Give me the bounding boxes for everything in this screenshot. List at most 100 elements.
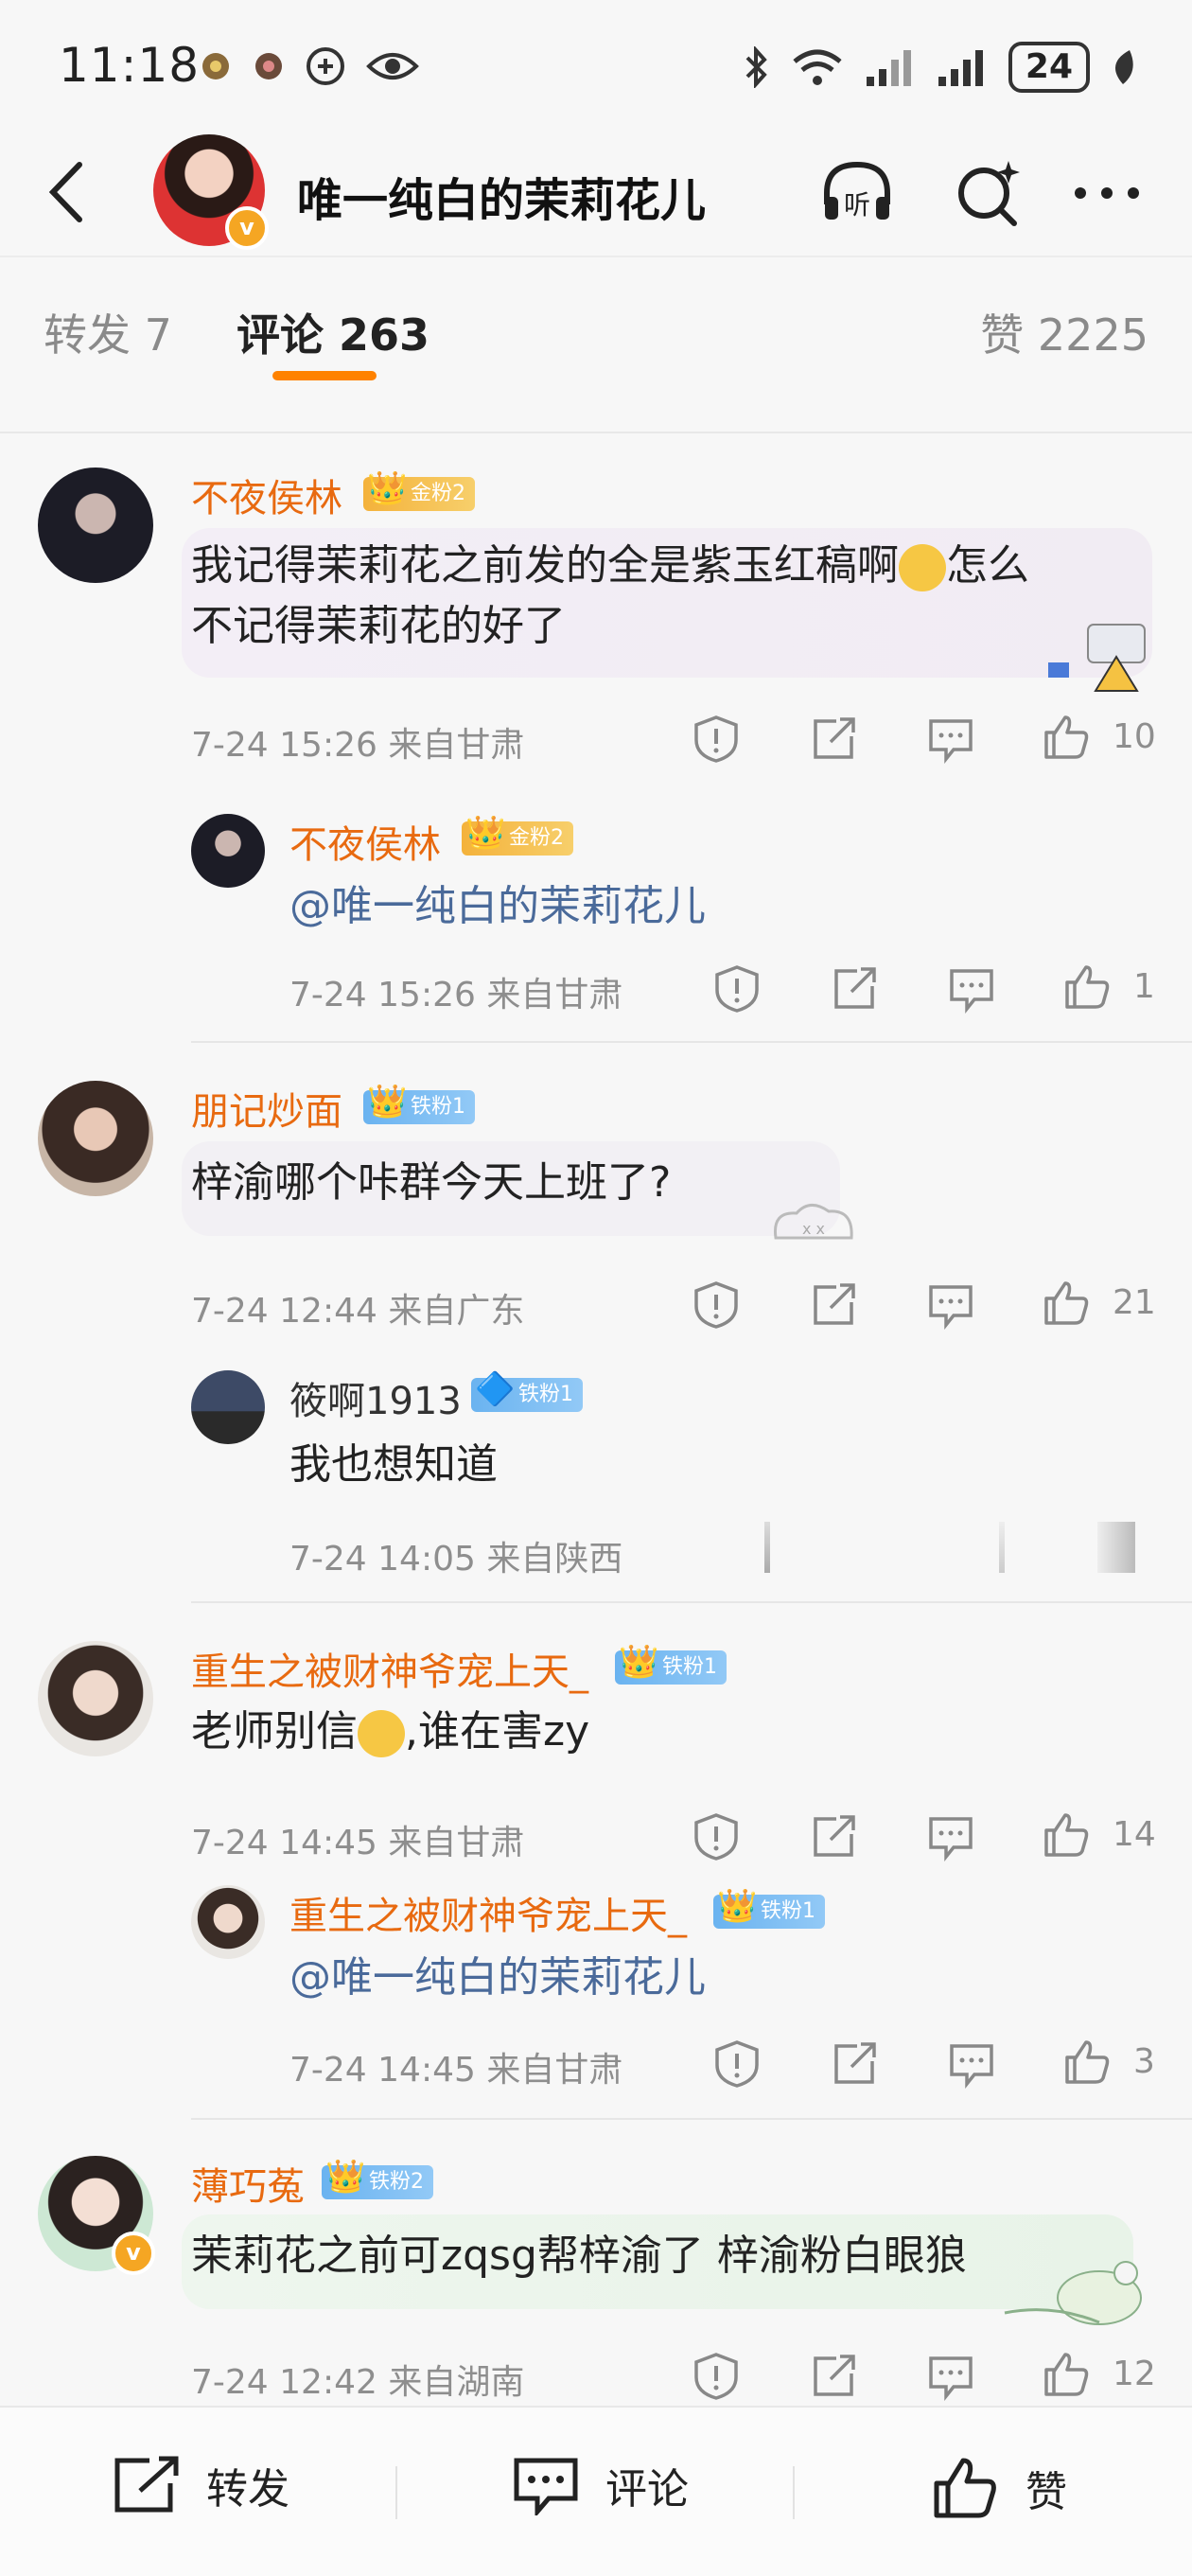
loading-placeholder <box>999 1522 1005 1573</box>
avatar[interactable] <box>38 1081 153 1196</box>
verified-icon: v <box>225 206 269 250</box>
fan-badge: 👑 金粉2 <box>462 816 573 856</box>
share-icon[interactable] <box>808 714 859 765</box>
comment-icon <box>514 2458 578 2515</box>
reply-icon[interactable] <box>925 1811 976 1862</box>
like-count: 10 <box>1113 717 1156 756</box>
comment-label: 评论 <box>605 2465 689 2514</box>
fan-badge: 👑 金粉2 <box>363 471 475 511</box>
share-icon[interactable] <box>808 1279 859 1331</box>
back-icon[interactable] <box>42 159 98 225</box>
share-icon[interactable] <box>808 1811 859 1862</box>
separator <box>793 2466 795 2519</box>
comment-meta: 7-24 12:42 来自湖南 <box>191 2363 525 2402</box>
like-label: 赞 <box>1025 2468 1067 2516</box>
listen-icon[interactable]: 听 <box>819 155 895 231</box>
reply-icon[interactable] <box>946 2038 997 2090</box>
loading-placeholder <box>1097 1522 1135 1573</box>
comment-meta: 7-24 14:05 来自陕西 <box>289 1540 623 1579</box>
signal-icon <box>866 50 911 86</box>
fan-badge-label: 铁粉1 <box>518 1383 573 1406</box>
fan-badge: 🔷 铁粉1 <box>471 1372 583 1412</box>
wifi-icon <box>793 49 842 85</box>
status-time: 11:18 <box>59 38 201 93</box>
username[interactable]: 不夜侯林 <box>289 814 441 869</box>
username[interactable]: 不夜侯林 <box>191 468 342 522</box>
username[interactable]: 筱啊1913 <box>289 1370 462 1425</box>
bunny-sticker-icon <box>1004 2261 1142 2325</box>
fan-badge: 👑 铁粉1 <box>713 1889 825 1929</box>
app-notification-icon <box>202 53 229 79</box>
fan-badge: 👑 铁粉1 <box>363 1085 475 1124</box>
like-icon[interactable] <box>1041 1809 1092 1861</box>
share-icon[interactable] <box>808 2351 859 2402</box>
report-icon[interactable] <box>691 1279 742 1331</box>
crown-icon: 👑 <box>367 469 408 507</box>
crown-icon: 👑 <box>367 1083 408 1120</box>
comment-meta: 7-24 15:26 来自甘肃 <box>191 726 525 765</box>
avatar[interactable] <box>191 1370 265 1444</box>
signal-icon <box>938 50 983 86</box>
clipped-previous-comment <box>0 388 1192 433</box>
crown-icon: 👑 <box>717 1887 758 1925</box>
share-icon[interactable] <box>829 2038 880 2090</box>
reply-icon[interactable] <box>925 714 976 765</box>
avatar[interactable] <box>38 468 153 583</box>
username[interactable]: 重生之被财神爷宠上天_ <box>289 1885 687 1940</box>
search-icon[interactable] <box>950 155 1025 231</box>
divider <box>191 2118 1192 2120</box>
like-count: 3 <box>1133 2042 1155 2081</box>
crown-icon: 👑 <box>619 1643 659 1681</box>
username[interactable]: 朋记炒面 <box>191 1081 342 1136</box>
tab-likes[interactable]: 赞 2225 <box>980 301 1148 363</box>
avatar[interactable] <box>191 814 265 888</box>
like-icon[interactable] <box>1041 2349 1092 2400</box>
sleeping-sticker-icon: x x <box>773 1204 853 1240</box>
comment-text: 我记得茉莉花之前发的全是紫玉红稿啊 怎么 不记得茉莉花的好了 <box>191 541 1029 650</box>
comment-text: 老师别信 ,谁在害zy <box>191 1707 590 1757</box>
reply-icon[interactable] <box>925 2351 976 2402</box>
fan-badge-label: 金粉2 <box>411 482 465 505</box>
like-icon[interactable] <box>1061 962 1113 1013</box>
username[interactable]: 薄巧菟 <box>191 2156 305 2211</box>
report-icon[interactable] <box>691 2351 742 2402</box>
divider <box>191 1041 1192 1043</box>
like-icon[interactable] <box>1041 712 1092 763</box>
report-icon[interactable] <box>711 963 763 1015</box>
battery-indicator: 24 <box>1008 42 1090 93</box>
mention-text[interactable]: @唯一纯白的茉莉花儿 <box>289 876 706 937</box>
avatar[interactable] <box>191 1885 265 1959</box>
comment-meta: 7-24 12:44 来自广东 <box>191 1292 525 1331</box>
fan-badge-label: 铁粉1 <box>662 1655 717 1679</box>
tab-comments[interactable]: 评论 263 <box>237 301 429 363</box>
like-count: 14 <box>1113 1815 1156 1854</box>
report-icon[interactable] <box>691 1811 742 1862</box>
header: v 唯一纯白的茉莉花儿 听 <box>0 132 1192 256</box>
bluetooth-icon <box>745 46 767 88</box>
like-count: 1 <box>1133 967 1155 1006</box>
tab-repost[interactable]: 转发 7 <box>44 301 172 363</box>
crown-icon: 👑 <box>465 814 506 852</box>
reply-icon[interactable] <box>925 1279 976 1331</box>
report-icon[interactable] <box>691 714 742 765</box>
like-button[interactable]: 赞 <box>931 2455 1067 2521</box>
repost-label: 转发 <box>206 2465 289 2514</box>
like-icon[interactable] <box>1041 1278 1092 1329</box>
repost-button[interactable]: 转发 <box>112 2455 289 2515</box>
mention-text[interactable]: @唯一纯白的茉莉花儿 <box>289 1948 706 2008</box>
share-icon[interactable] <box>829 963 880 1015</box>
comment-button[interactable]: 评论 <box>511 2455 689 2515</box>
verified-icon: v <box>112 2232 155 2275</box>
more-icon[interactable] <box>1069 155 1145 231</box>
tab-bar: 转发 7 评论 263 赞 2225 <box>0 256 1192 390</box>
comment-meta: 7-24 15:26 来自甘肃 <box>289 976 623 1015</box>
diamond-icon: 🔷 <box>475 1370 516 1408</box>
page-title[interactable]: 唯一纯白的茉莉花儿 <box>297 163 706 229</box>
report-icon[interactable] <box>711 2038 763 2090</box>
like-icon[interactable] <box>1061 2037 1113 2088</box>
username[interactable]: 重生之被财神爷宠上天_ <box>191 1641 588 1696</box>
repost-icon <box>114 2456 179 2513</box>
fan-badge-label: 铁粉1 <box>411 1095 465 1119</box>
reply-icon[interactable] <box>946 963 997 1015</box>
avatar[interactable] <box>38 1641 153 1756</box>
